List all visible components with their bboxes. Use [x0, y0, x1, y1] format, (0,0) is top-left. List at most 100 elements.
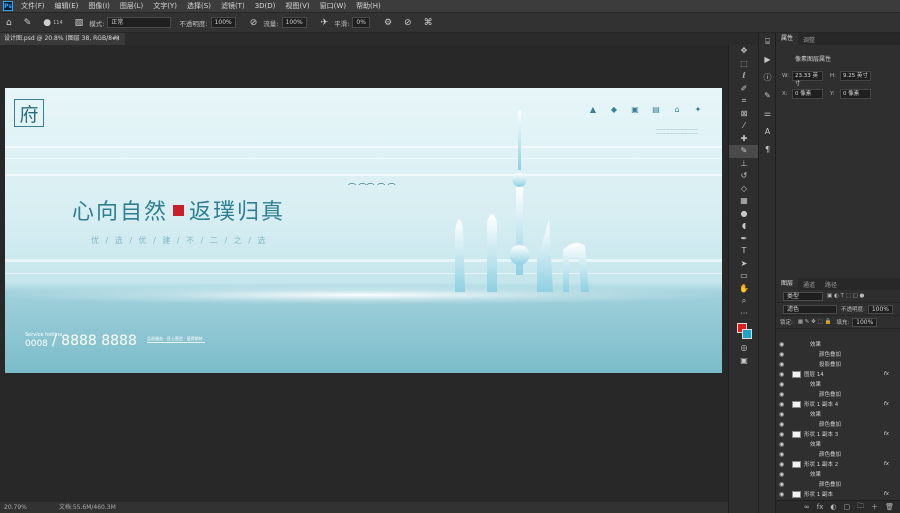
visibility-eye-icon[interactable]: ◉ — [779, 361, 784, 368]
layer-footer-icon[interactable]: 🗑 — [885, 503, 894, 511]
paragraph-icon[interactable]: ¶ — [759, 141, 776, 159]
layer-row[interactable]: ◉ 效果 — [776, 409, 900, 419]
character-icon[interactable]: A — [759, 123, 776, 141]
path-select-tool-icon[interactable]: ➤ — [729, 258, 759, 271]
layer-row[interactable]: ◉ 颜色叠加 — [776, 349, 900, 359]
layer-row[interactable]: ◉ 颜色叠加 — [776, 389, 900, 399]
background-color[interactable] — [742, 329, 752, 339]
layer-fx-badge[interactable]: fx — [884, 461, 889, 467]
document-tab[interactable]: 设计图.psd @ 20.8% (图层 38, RGB/8#) × — [0, 33, 125, 45]
tab-channels[interactable]: 通道 — [798, 280, 820, 289]
visibility-eye-icon[interactable]: ◉ — [779, 421, 784, 428]
brushes-icon[interactable]: ✎ — [759, 87, 776, 105]
layer-row[interactable]: ◉ 效果 — [776, 439, 900, 449]
brush-tool-icon[interactable]: ✎ — [729, 145, 759, 158]
brush-settings-icon[interactable]: ▧ — [75, 18, 84, 28]
layer-row[interactable]: ◉ 效果 — [776, 379, 900, 389]
tab-adjustments[interactable]: 调整 — [798, 35, 820, 44]
zoom-level[interactable]: 20.79% — [4, 504, 27, 511]
visibility-eye-icon[interactable]: ◉ — [779, 461, 784, 468]
marquee-tool-icon[interactable]: ⬚ — [729, 58, 759, 71]
pressure-size-icon[interactable]: ⊘ — [404, 18, 412, 28]
history-brush-icon[interactable]: ↺ — [729, 170, 759, 183]
adjustments-icon[interactable]: ⚌ — [759, 105, 776, 123]
dodge-tool-icon[interactable]: ◖ — [729, 220, 759, 233]
visibility-eye-icon[interactable]: ◉ — [779, 481, 784, 488]
layer-footer-icon[interactable]: 🗀 — [857, 502, 864, 513]
layer-footer-icon[interactable]: ◐ — [830, 503, 836, 511]
menu-file[interactable]: 文件(F) — [21, 1, 45, 11]
lock-icons[interactable]: ▦ ✎ ✥ ⬚ 🔒 — [798, 319, 831, 325]
layer-row[interactable]: ◉ 形状 1 副本 4 fx — [776, 399, 900, 409]
smoothing-field[interactable]: 0% — [352, 17, 370, 28]
layer-row[interactable]: ◉ 颜色叠加 — [776, 479, 900, 489]
layer-row[interactable]: ◉ 形状 1 副本 3 fx — [776, 429, 900, 439]
menu-view[interactable]: 视图(V) — [285, 1, 309, 11]
brush-tool-icon[interactable]: ✎ — [24, 18, 32, 28]
layer-row[interactable]: ◉ 图层 14 fx — [776, 369, 900, 379]
stamp-tool-icon[interactable]: ⊥ — [729, 158, 759, 171]
color-swatches[interactable] — [729, 320, 759, 342]
visibility-eye-icon[interactable]: ◉ — [779, 401, 784, 408]
smoothing-settings-icon[interactable]: ⚙ — [384, 18, 392, 28]
layer-footer-icon[interactable]: ∞ — [804, 503, 810, 511]
type-tool-icon[interactable]: T — [729, 245, 759, 258]
menu-image[interactable]: 图像(I) — [88, 1, 110, 11]
visibility-eye-icon[interactable]: ◉ — [779, 341, 784, 348]
layer-row[interactable]: ◉ 颜色叠加 — [776, 449, 900, 459]
zoom-tool-icon[interactable]: ⌕ — [729, 295, 759, 308]
visibility-eye-icon[interactable]: ◉ — [779, 441, 784, 448]
fill-field[interactable]: 100% — [852, 317, 878, 327]
y-field[interactable]: 0 像素 — [840, 89, 871, 99]
frame-tool-icon[interactable]: ⊠ — [729, 108, 759, 121]
layer-kind-select[interactable]: 类型 — [783, 291, 823, 301]
layer-row[interactable]: ◉ 效果 — [776, 469, 900, 479]
visibility-eye-icon[interactable]: ◉ — [779, 451, 784, 458]
menu-3d[interactable]: 3D(D) — [255, 2, 276, 10]
screen-mode-icon[interactable]: ▣ — [729, 355, 759, 368]
menu-layer[interactable]: 图层(L) — [120, 1, 143, 11]
visibility-eye-icon[interactable]: ◉ — [779, 411, 784, 418]
more-tools-icon[interactable]: ··· — [729, 308, 759, 321]
move-tool-icon[interactable]: ✥ — [729, 45, 759, 58]
opacity-field[interactable]: 100% — [210, 17, 236, 28]
menu-filter[interactable]: 滤镜(T) — [221, 1, 245, 11]
mode-select[interactable]: 正常 — [107, 17, 172, 28]
home-icon[interactable]: ⌂ — [6, 18, 12, 28]
close-icon[interactable]: × — [115, 33, 120, 45]
menu-help[interactable]: 帮助(H) — [356, 1, 381, 11]
tab-paths[interactable]: 路径 — [820, 280, 842, 289]
layer-row[interactable]: ◉ 形状 1 副本 fx — [776, 489, 900, 499]
visibility-eye-icon[interactable]: ◉ — [779, 371, 784, 378]
layer-footer-icon[interactable]: ＋ — [871, 502, 878, 512]
gradient-tool-icon[interactable]: ▦ — [729, 195, 759, 208]
layer-footer-icon[interactable]: ▢ — [843, 503, 850, 511]
eraser-tool-icon[interactable]: ◇ — [729, 183, 759, 196]
tab-properties[interactable]: 属性 — [776, 33, 799, 45]
artboard[interactable]: 府 ▲ ◆ ▣ ▤ ⌂ ✦ ———————————— ———————————— … — [5, 88, 722, 373]
menu-window[interactable]: 窗口(W) — [320, 1, 346, 11]
photoshop-logo[interactable]: Ps — [3, 1, 13, 11]
tab-layers[interactable]: 图层 — [776, 278, 799, 290]
x-field[interactable]: 0 像素 — [792, 89, 823, 99]
lasso-tool-icon[interactable]: ℓ — [729, 70, 759, 83]
crop-tool-icon[interactable]: ⌗ — [729, 95, 759, 108]
pressure-opacity-icon[interactable]: ⊘ — [250, 18, 258, 28]
healing-tool-icon[interactable]: ✚ — [729, 133, 759, 146]
brush-preset-icon[interactable]: ● — [43, 18, 51, 28]
layer-row[interactable]: ◉ 颜色叠加 — [776, 419, 900, 429]
symmetry-icon[interactable]: ⌘ — [424, 18, 433, 28]
layer-row[interactable]: ◉ 形状 1 副本 2 fx — [776, 459, 900, 469]
visibility-eye-icon[interactable]: ◉ — [779, 431, 784, 438]
visibility-eye-icon[interactable]: ◉ — [779, 491, 784, 498]
layer-footer-icon[interactable]: fx — [817, 503, 824, 511]
layer-opacity-field[interactable]: 100% — [867, 304, 894, 314]
history-icon[interactable]: ⌸ — [759, 33, 776, 51]
actions-icon[interactable]: ▶ — [759, 51, 776, 69]
visibility-eye-icon[interactable]: ◉ — [779, 471, 784, 478]
menu-type[interactable]: 文字(Y) — [153, 1, 177, 11]
layer-row[interactable]: ◉ 投影叠加 — [776, 359, 900, 369]
blur-tool-icon[interactable]: ● — [729, 208, 759, 221]
layer-fx-badge[interactable]: fx — [884, 491, 889, 497]
visibility-eye-icon[interactable]: ◉ — [779, 391, 784, 398]
